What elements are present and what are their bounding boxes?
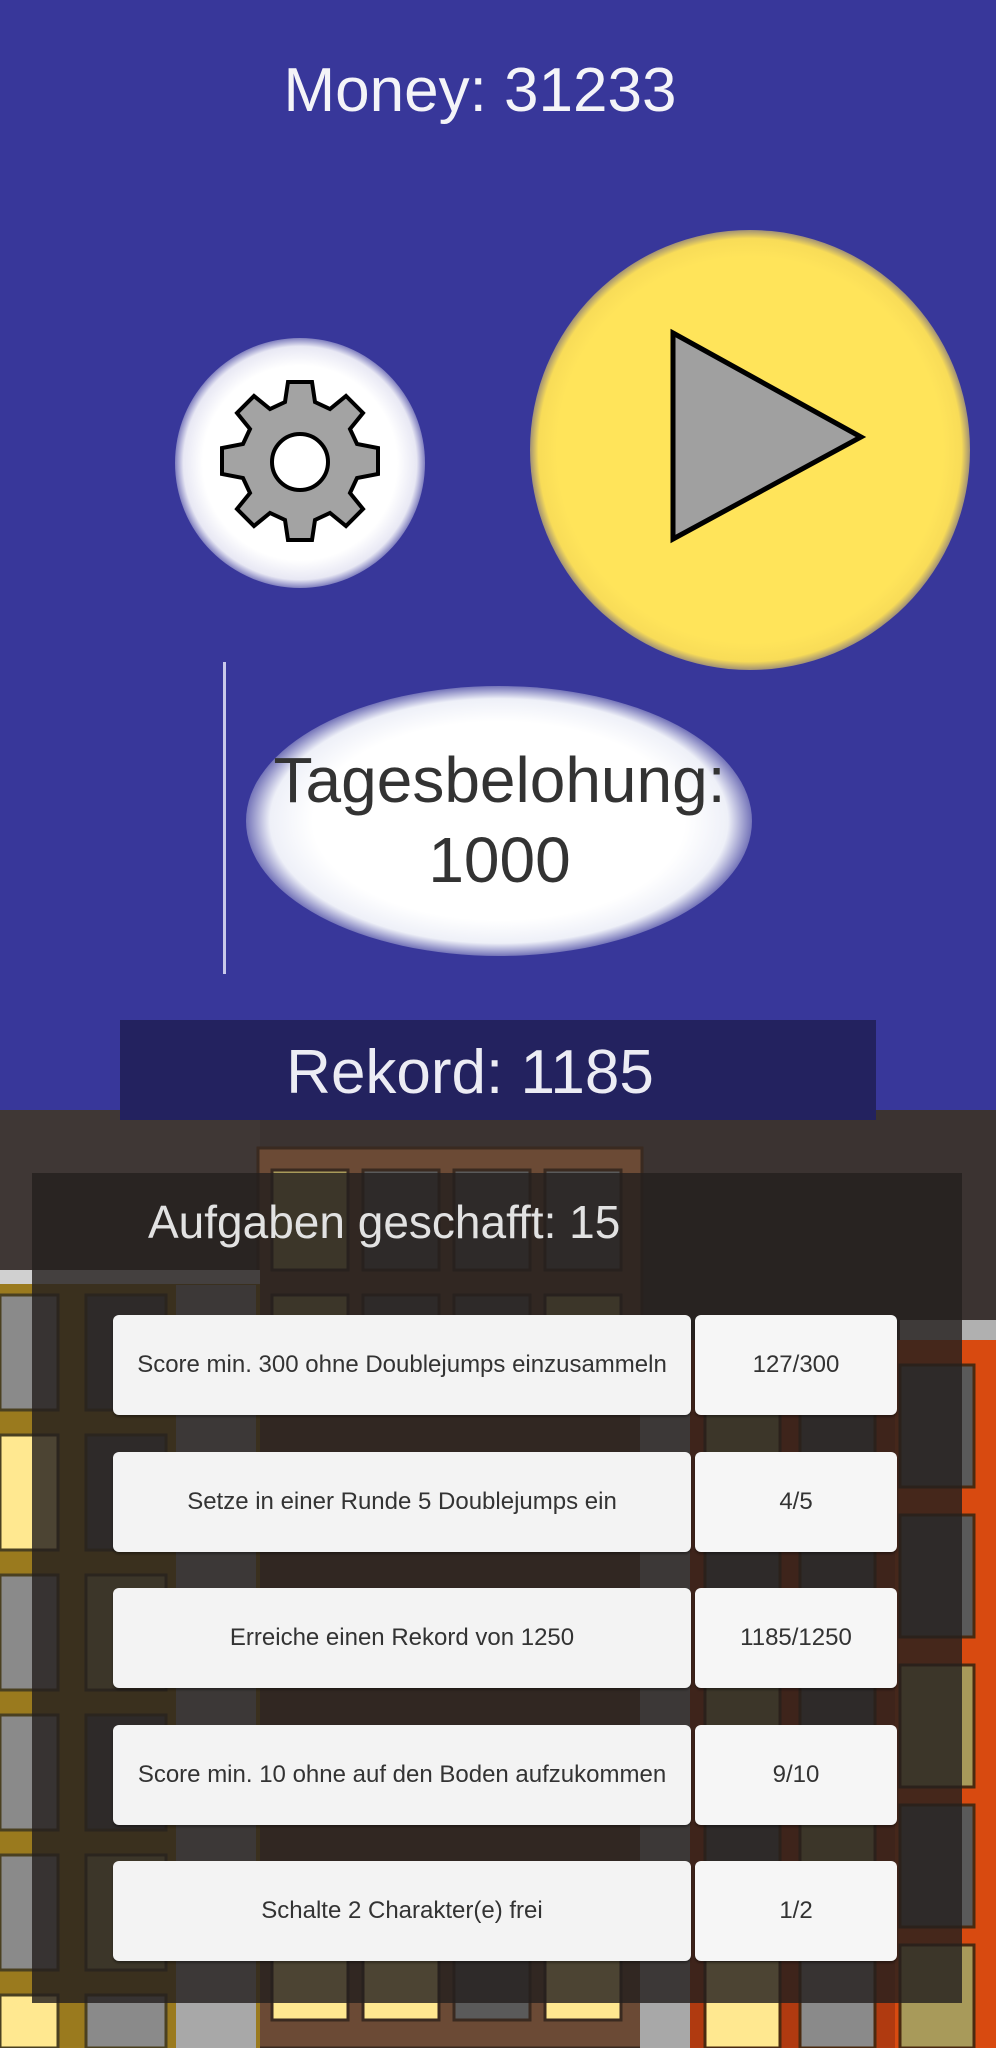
gear-icon <box>220 380 380 542</box>
quest-progress: 1/2 <box>695 1861 897 1961</box>
quest-row[interactable]: Schalte 2 Charakter(e) frei 1/2 <box>113 1861 897 1961</box>
quest-description: Setze in einer Runde 5 Doublejumps ein <box>113 1452 691 1552</box>
quest-row[interactable]: Erreiche einen Rekord von 1250 1185/1250 <box>113 1588 897 1688</box>
daily-reward-amount: 1000 <box>428 824 571 896</box>
record-label: Rekord: 1185 <box>286 1038 654 1107</box>
quest-progress: 4/5 <box>695 1452 897 1552</box>
play-icon <box>670 328 867 544</box>
quest-description: Erreiche einen Rekord von 1250 <box>113 1588 691 1688</box>
daily-reward-title: Tagesbelohung: <box>273 744 726 816</box>
quest-progress: 1185/1250 <box>695 1588 897 1688</box>
daily-reward-label: Tagesbelohung: 1000 <box>226 740 773 900</box>
quest-description: Score min. 300 ohne Doublejumps einzusam… <box>113 1315 691 1415</box>
quest-progress: 9/10 <box>695 1725 897 1825</box>
quest-description: Score min. 10 ohne auf den Boden aufzuko… <box>113 1725 691 1825</box>
quest-row[interactable]: Setze in einer Runde 5 Doublejumps ein 4… <box>113 1452 897 1552</box>
quest-description: Schalte 2 Charakter(e) frei <box>113 1861 691 1961</box>
quest-panel-title: Aufgaben geschafft: 15 <box>148 1196 621 1248</box>
money-counter: Money: 31233 <box>283 56 677 125</box>
quest-row[interactable]: Score min. 10 ohne auf den Boden aufzuko… <box>113 1725 897 1825</box>
quest-row[interactable]: Score min. 300 ohne Doublejumps einzusam… <box>113 1315 897 1415</box>
quest-progress: 127/300 <box>695 1315 897 1415</box>
